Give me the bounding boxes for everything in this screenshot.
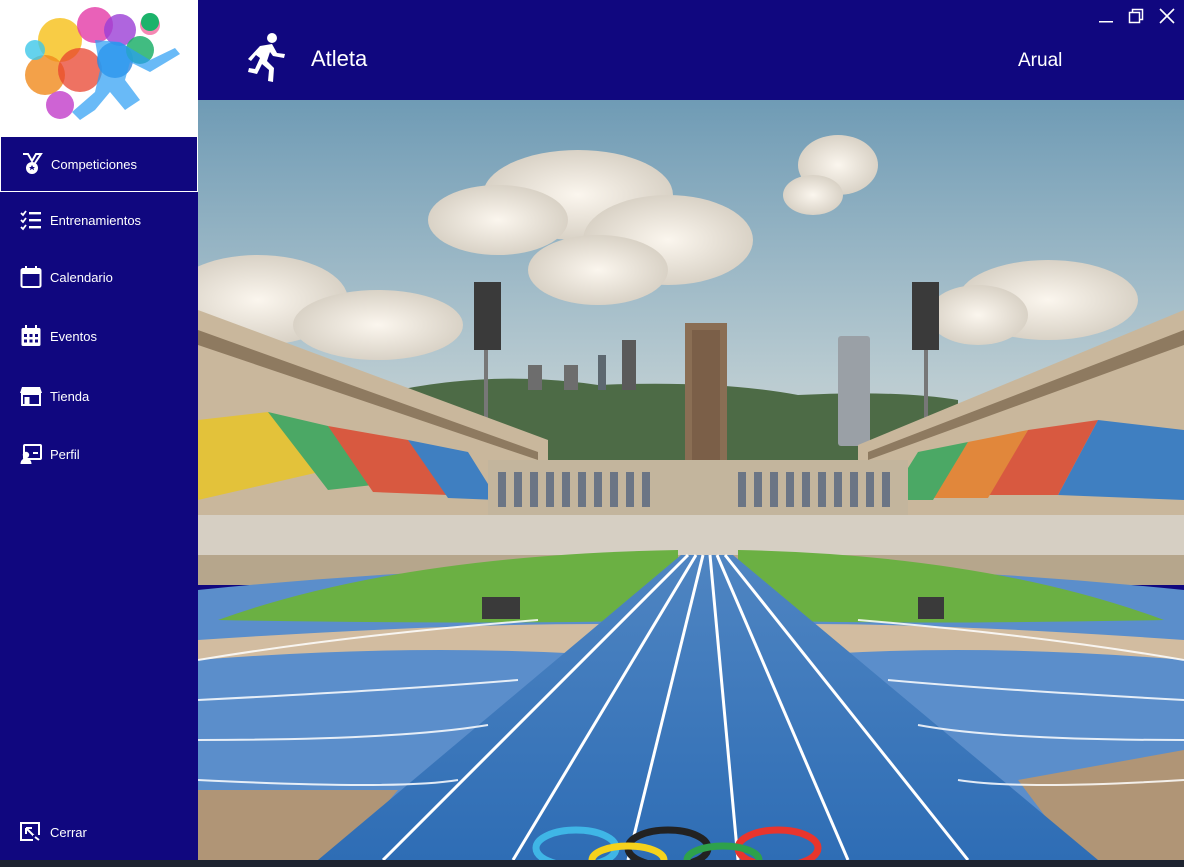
paint-splash-runner-logo — [25, 7, 180, 120]
stadium-background-image — [198, 100, 1184, 860]
restore-icon — [1128, 8, 1144, 24]
close-button[interactable] — [1157, 6, 1177, 26]
sidebar-item-eventos[interactable]: Eventos — [0, 308, 198, 364]
minimize-button[interactable] — [1096, 6, 1116, 26]
close-icon — [1159, 8, 1175, 24]
page-title: Atleta — [311, 46, 368, 71]
logout-label: Cerrar — [50, 824, 87, 840]
stadium-illustration — [198, 100, 1184, 860]
calendar-grid-icon — [19, 324, 43, 348]
sidebar: Competiciones Entrenamientos Calendario … — [0, 0, 198, 867]
profile-icon — [19, 442, 43, 466]
sidebar-item-entrenamientos[interactable]: Entrenamientos — [0, 192, 198, 248]
minimize-icon — [1099, 21, 1113, 23]
store-icon — [19, 384, 43, 408]
logout-icon — [19, 820, 43, 844]
username-label: Arual — [1018, 50, 1063, 71]
app-logo — [0, 0, 198, 136]
sidebar-item-tienda[interactable]: Tienda — [0, 368, 198, 424]
sidebar-item-perfil[interactable]: Perfil — [0, 426, 198, 482]
sidebar-item-competiciones[interactable]: Competiciones — [0, 136, 198, 192]
calendar-icon — [19, 265, 43, 289]
sidebar-item-label: Calendario — [50, 269, 113, 285]
maximize-button[interactable] — [1126, 6, 1146, 26]
medal-icon — [20, 152, 44, 176]
runner-icon — [244, 32, 288, 89]
bottom-edge — [0, 860, 1184, 867]
sidebar-item-label: Perfil — [50, 446, 80, 462]
sidebar-item-label: Entrenamientos — [50, 212, 142, 228]
sidebar-item-label: Eventos — [50, 328, 97, 344]
sidebar-item-label: Competiciones — [51, 156, 137, 172]
sidebar-item-label: Tienda — [50, 388, 90, 404]
top-header: Atleta Arual — [198, 0, 1184, 100]
checklist-icon — [19, 208, 43, 232]
sidebar-item-calendario[interactable]: Calendario — [0, 249, 198, 305]
logout-button[interactable]: Cerrar — [0, 804, 198, 860]
